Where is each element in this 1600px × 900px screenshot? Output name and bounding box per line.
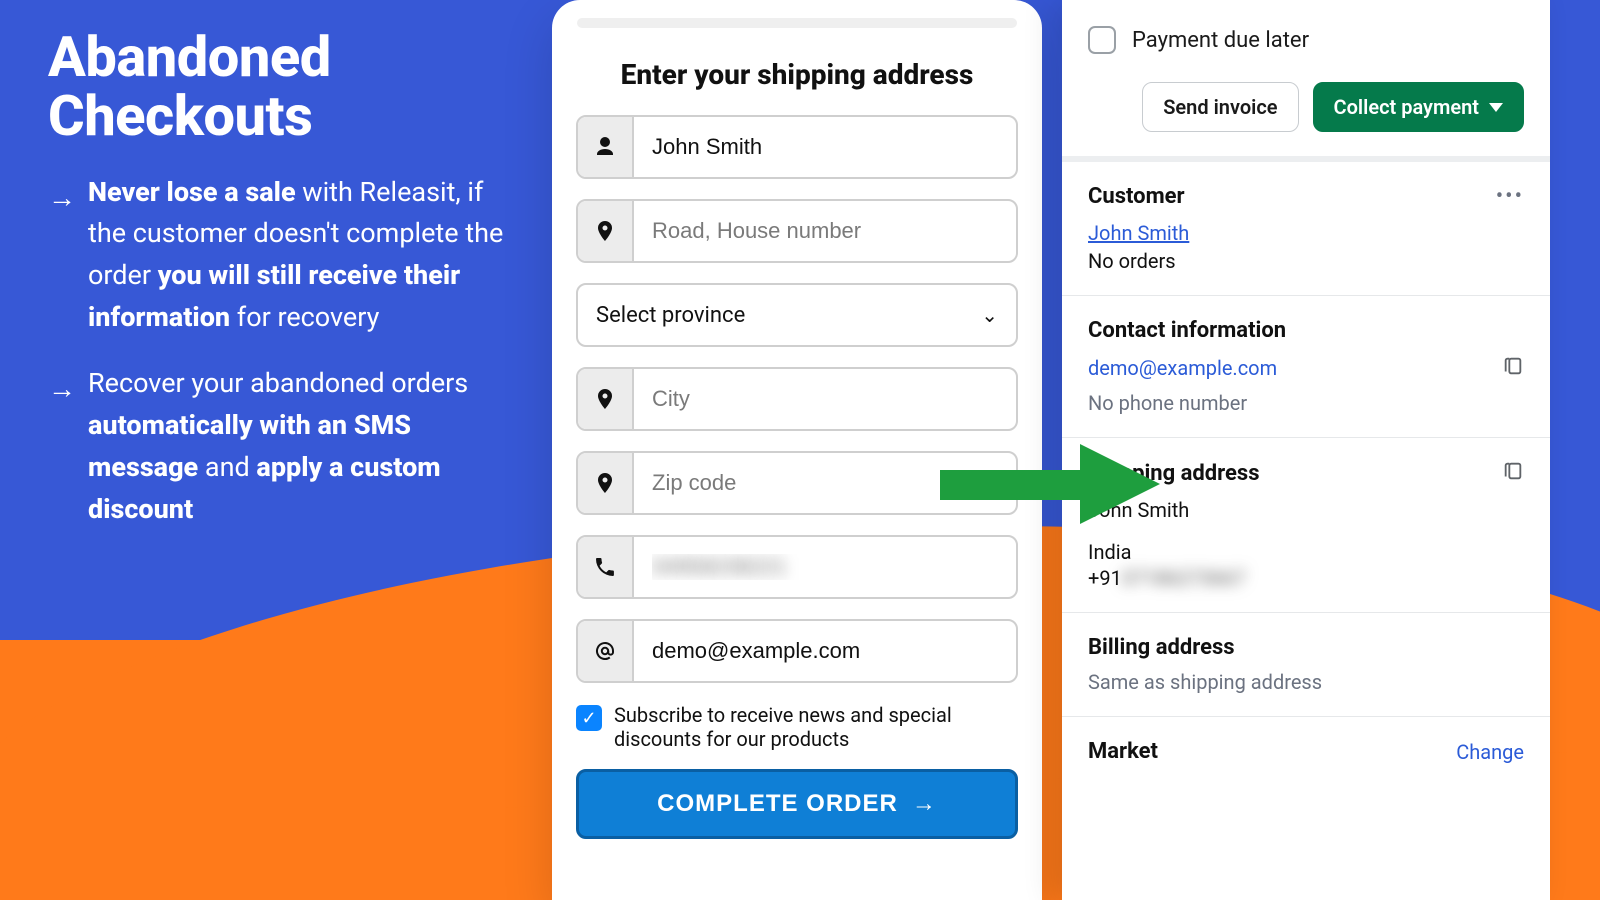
user-icon: [578, 117, 634, 177]
market-change-link[interactable]: Change: [1456, 740, 1524, 764]
city-field[interactable]: [576, 367, 1018, 431]
address-field[interactable]: [576, 199, 1018, 263]
collect-payment-button[interactable]: Collect payment: [1313, 82, 1524, 132]
customer-heading: Customer: [1088, 184, 1185, 209]
arrow-icon: →: [48, 176, 76, 219]
bullet-2: → Recover your abandoned orders automati…: [48, 363, 508, 530]
pin-icon: [578, 201, 634, 261]
email-input[interactable]: [634, 638, 1016, 664]
name-field[interactable]: [576, 115, 1018, 179]
contact-heading: Contact information: [1088, 318, 1524, 343]
zip-input[interactable]: [634, 470, 1016, 496]
payment-due-later-checkbox[interactable]: [1088, 26, 1116, 54]
phone-field[interactable]: [576, 535, 1018, 599]
at-icon: [578, 621, 634, 681]
phone-input[interactable]: [634, 554, 1016, 580]
zip-field[interactable]: [576, 451, 1018, 515]
subscribe-text: Subscribe to receive news and special di…: [614, 703, 1018, 751]
billing-heading: Billing address: [1088, 635, 1524, 660]
city-input[interactable]: [634, 386, 1016, 412]
pin-icon: [578, 453, 634, 513]
shipping-phone: +9107186273667: [1088, 566, 1524, 590]
province-select[interactable]: Select province ⌄: [576, 283, 1018, 347]
drag-handle: [577, 18, 1017, 28]
billing-same: Same as shipping address: [1088, 670, 1524, 694]
address-input[interactable]: [634, 218, 1016, 244]
chevron-down-icon: ⌄: [981, 303, 998, 327]
clipboard-icon[interactable]: [1502, 460, 1524, 486]
form-heading: Enter your shipping address: [576, 58, 1018, 91]
arrow-icon: →: [48, 367, 76, 410]
arrow-right-icon: →: [912, 790, 937, 818]
bullet-1: → Never lose a sale with Releasit, if th…: [48, 172, 508, 339]
shipping-heading: Shipping address: [1088, 461, 1260, 486]
phone-icon: [578, 537, 634, 597]
province-label: Select province: [596, 303, 745, 328]
payment-due-later-label: Payment due later: [1132, 28, 1309, 53]
admin-panel: Payment due later Send invoice Collect p…: [1062, 0, 1550, 900]
name-input[interactable]: [634, 134, 1016, 160]
more-icon[interactable]: •••: [1496, 184, 1524, 209]
pin-icon: [578, 369, 634, 429]
caret-down-icon: [1489, 103, 1503, 112]
shipping-name: John Smith: [1088, 498, 1524, 522]
email-field[interactable]: [576, 619, 1018, 683]
no-phone-text: No phone number: [1088, 391, 1524, 415]
clipboard-icon[interactable]: [1502, 355, 1524, 381]
subscribe-checkbox[interactable]: ✓: [576, 705, 602, 731]
shipping-country: India: [1088, 540, 1524, 564]
contact-email[interactable]: demo@example.com: [1088, 356, 1277, 380]
customer-orders: No orders: [1088, 249, 1524, 273]
shipping-form-card: Enter your shipping address Select provi…: [552, 0, 1042, 900]
send-invoice-button[interactable]: Send invoice: [1142, 82, 1298, 132]
hero-title: AbandonedCheckouts: [48, 28, 508, 146]
customer-name-link[interactable]: John Smith: [1088, 221, 1189, 245]
subscribe-row[interactable]: ✓ Subscribe to receive news and special …: [576, 703, 1018, 751]
complete-order-button[interactable]: COMPLETE ORDER →: [576, 769, 1018, 839]
market-heading: Market: [1088, 739, 1158, 764]
